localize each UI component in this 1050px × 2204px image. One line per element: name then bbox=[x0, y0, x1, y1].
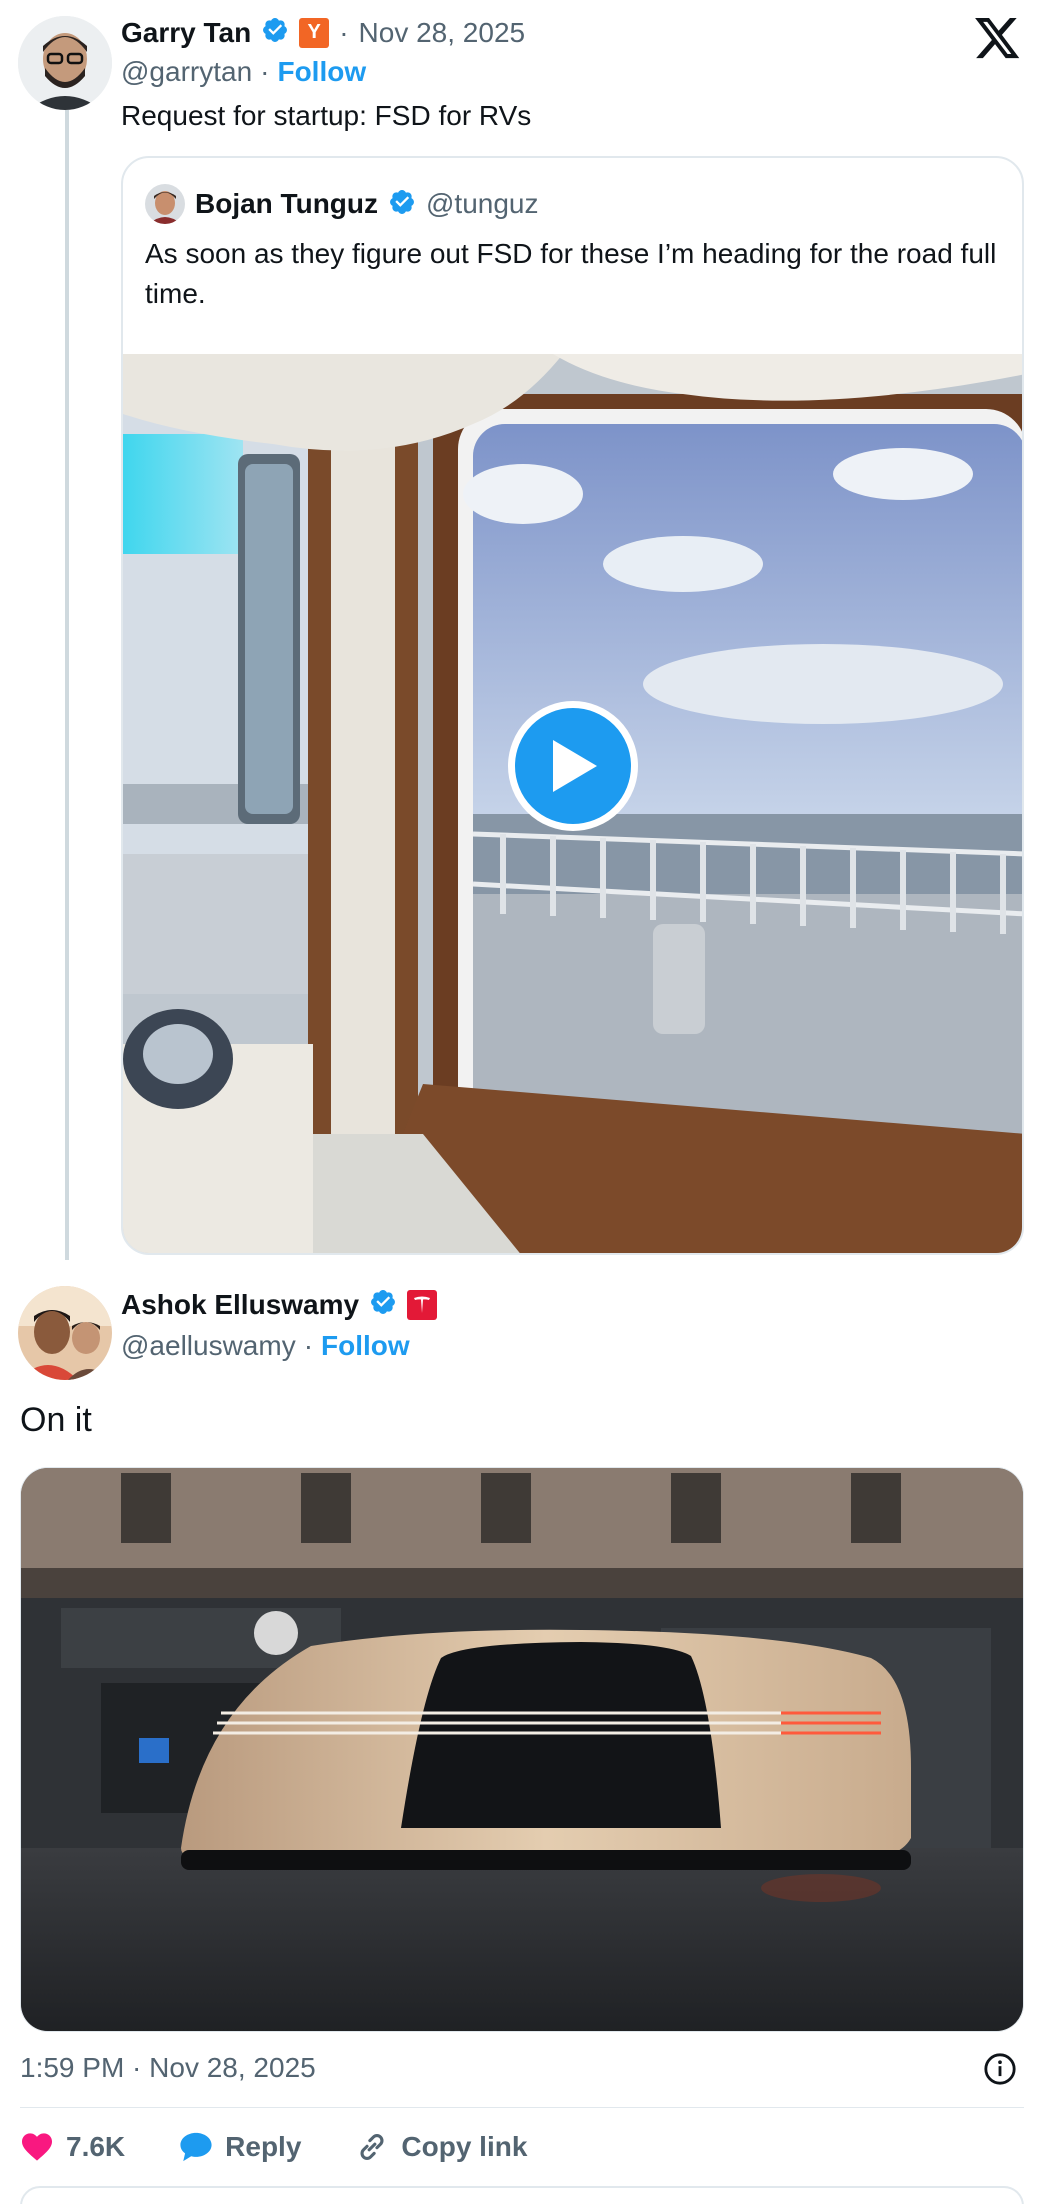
like-button[interactable]: 7.6K bbox=[20, 2131, 125, 2163]
tesla-badge-icon bbox=[407, 1289, 438, 1320]
link-icon bbox=[360, 2134, 384, 2160]
copy-link-button[interactable]: Copy link bbox=[355, 2130, 527, 2164]
heart-icon bbox=[22, 2133, 52, 2161]
like-count: 7.6K bbox=[66, 2131, 126, 2162]
handle-line: @garrytan · Follow bbox=[121, 56, 366, 88]
thread-line bbox=[65, 110, 69, 1260]
reply-text: On it bbox=[20, 1401, 92, 1439]
post-timestamp[interactable]: 1:59 PM · Nov 28, 2025 bbox=[20, 2052, 316, 2084]
quoted-author-name[interactable]: Bojan Tunguz bbox=[195, 188, 378, 220]
verified-badge-icon bbox=[261, 16, 289, 49]
yc-badge-icon: Y bbox=[299, 17, 330, 48]
follow-button[interactable]: Follow bbox=[321, 1330, 410, 1362]
info-icon[interactable] bbox=[983, 2052, 1017, 2086]
author-name[interactable]: Garry Tan bbox=[121, 17, 251, 49]
x-logo-icon[interactable] bbox=[975, 18, 1021, 60]
separator: · bbox=[339, 16, 349, 48]
reply-author-name[interactable]: Ashok Elluswamy bbox=[121, 1289, 359, 1321]
play-icon bbox=[553, 740, 597, 792]
post-page: Garry Tan Y · Nov 28, 2025 @garrytan · F… bbox=[0, 0, 1050, 2204]
post-text: Request for startup: FSD for RVs bbox=[121, 100, 532, 131]
reply-handle-line: @aelluswamy · Follow bbox=[121, 1330, 410, 1362]
author-line: Garry Tan Y · Nov 28, 2025 bbox=[121, 16, 525, 49]
reply-author-line: Ashok Elluswamy bbox=[121, 1288, 438, 1321]
video-player[interactable] bbox=[123, 354, 1022, 1253]
reply-author-avatar[interactable] bbox=[18, 1286, 112, 1380]
reply-label: Reply bbox=[225, 2131, 302, 2162]
reply-author-handle[interactable]: @aelluswamy bbox=[121, 1330, 296, 1362]
quoted-post-text: As soon as they figure out FSD for these… bbox=[145, 238, 997, 309]
separator: · bbox=[303, 1330, 314, 1361]
read-replies-box[interactable] bbox=[20, 2186, 1024, 2204]
post-date[interactable]: Nov 28, 2025 bbox=[359, 17, 526, 49]
author-avatar[interactable] bbox=[18, 16, 112, 110]
action-bar: 7.6K Reply Copy link bbox=[20, 2125, 581, 2169]
verified-badge-icon bbox=[369, 1288, 397, 1321]
follow-button[interactable]: Follow bbox=[277, 56, 366, 88]
quoted-author-avatar[interactable] bbox=[145, 184, 185, 224]
divider bbox=[20, 2107, 1024, 2108]
speech-bubble-icon bbox=[180, 2132, 212, 2162]
author-handle[interactable]: @garrytan bbox=[121, 56, 252, 88]
play-button[interactable] bbox=[508, 701, 638, 831]
vehicle-image bbox=[21, 1468, 1023, 2031]
quoted-post-card[interactable]: Bojan Tunguz @tunguz As soon as they fig… bbox=[121, 156, 1024, 1255]
post-image[interactable] bbox=[20, 1467, 1024, 2032]
verified-badge-icon bbox=[388, 188, 416, 221]
separator: · bbox=[260, 56, 270, 87]
quoted-author-handle[interactable]: @tunguz bbox=[426, 188, 539, 220]
copy-link-label: Copy link bbox=[401, 2131, 528, 2162]
reply-button[interactable]: Reply bbox=[179, 2131, 301, 2163]
quoted-author-line: Bojan Tunguz @tunguz bbox=[145, 184, 539, 224]
